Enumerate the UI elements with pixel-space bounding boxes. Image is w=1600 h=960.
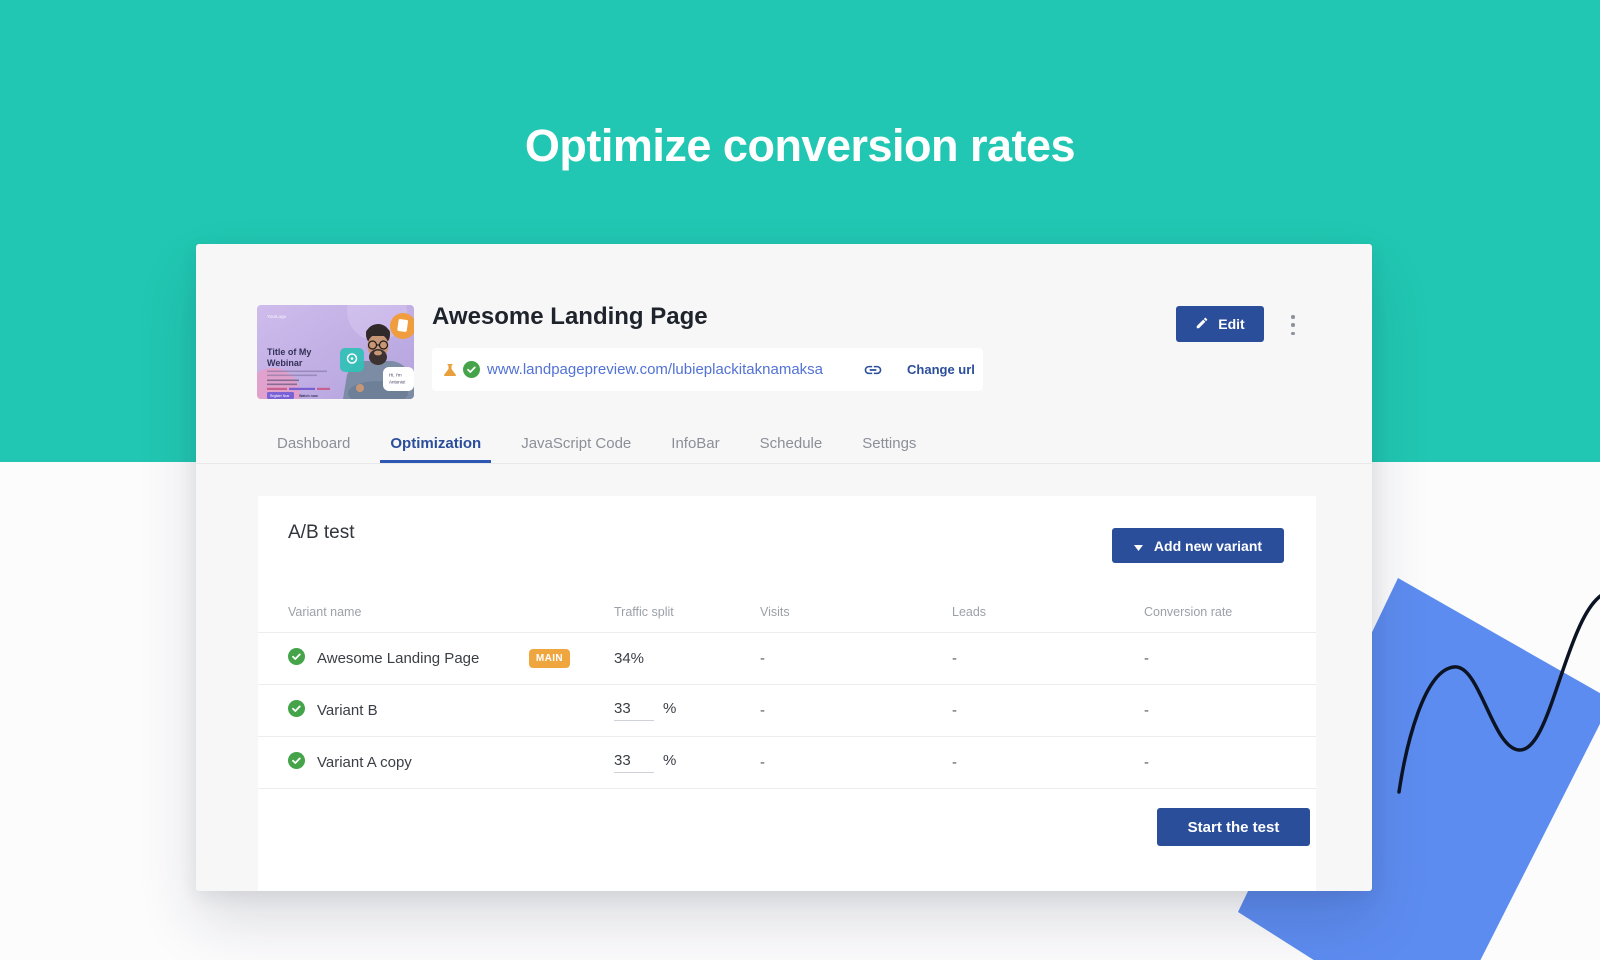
traffic-split-input[interactable]: 33 — [614, 752, 654, 773]
add-variant-label: Add new variant — [1154, 538, 1262, 554]
variant-name: Variant A copy — [317, 754, 412, 771]
variant-name: Variant B — [317, 702, 378, 719]
start-test-label: Start the test — [1188, 819, 1280, 836]
url-bar: www.landpagepreview.com/lubieplackitakna… — [432, 348, 983, 391]
variant-name-cell: Awesome Landing Page MAIN — [288, 648, 614, 669]
page-url-link[interactable]: www.landpagepreview.com/lubieplackitakna… — [487, 361, 823, 378]
table-row: Variant A copy 33% - - - — [258, 736, 1316, 788]
leads-value: - — [952, 754, 1144, 771]
tab-dashboard[interactable]: Dashboard — [267, 424, 360, 463]
pencil-icon — [1195, 316, 1209, 333]
column-header-visits: Visits — [760, 605, 952, 619]
leads-value: - — [952, 650, 1144, 667]
thumb-cta-primary: Register Now — [270, 394, 290, 398]
edit-button-label: Edit — [1218, 316, 1244, 332]
traffic-split-value: 34% — [614, 650, 644, 667]
add-variant-button[interactable]: Add new variant — [1112, 528, 1284, 563]
conversion-rate-value: - — [1144, 702, 1316, 719]
status-check-icon — [288, 648, 305, 669]
url-verified-check-icon — [463, 361, 480, 378]
caret-down-icon — [1134, 538, 1143, 554]
tab-schedule[interactable]: Schedule — [750, 424, 833, 463]
thumb-bubble-line2: Antonio! — [389, 380, 406, 385]
tab-infobar[interactable]: InfoBar — [661, 424, 729, 463]
tab-optimization[interactable]: Optimization — [380, 424, 491, 463]
main-badge: MAIN — [529, 649, 570, 668]
traffic-split-unit: % — [663, 700, 676, 717]
thumb-cta-secondary: Watch now — [299, 394, 318, 398]
table-header: Variant name Traffic split Visits Leads … — [258, 592, 1316, 632]
thumb-logo: YourLogo — [267, 314, 287, 319]
thumbnail-illustration: YourLogo Title of My Webinar Register No… — [257, 305, 414, 399]
more-options-button[interactable] — [1287, 315, 1299, 335]
page-thumbnail[interactable]: YourLogo Title of My Webinar Register No… — [257, 305, 414, 399]
traffic-split-input[interactable]: 33 — [614, 700, 654, 721]
traffic-split-cell: 33% — [614, 700, 760, 721]
traffic-split-cell: 34% — [614, 650, 760, 667]
app-card: YourLogo Title of My Webinar Register No… — [196, 244, 1372, 891]
thumb-bubble-line1: Hi, I'm — [389, 373, 402, 378]
status-check-icon — [288, 752, 305, 773]
table-row: Awesome Landing Page MAIN 34% - - - — [258, 632, 1316, 684]
traffic-split-unit: % — [663, 752, 676, 769]
start-test-button[interactable]: Start the test — [1157, 808, 1310, 846]
thumb-title-line2: Webinar — [267, 358, 303, 368]
column-header-conversion-rate: Conversion rate — [1144, 605, 1316, 619]
edit-button[interactable]: Edit — [1176, 306, 1264, 342]
column-header-variant-name: Variant name — [288, 605, 614, 619]
experiment-flask-icon — [441, 361, 459, 379]
conversion-rate-value: - — [1144, 754, 1316, 771]
tab-settings[interactable]: Settings — [852, 424, 926, 463]
ab-test-heading: A/B test — [288, 522, 355, 544]
tab-javascript-code[interactable]: JavaScript Code — [511, 424, 641, 463]
thumb-title-line1: Title of My — [267, 347, 311, 357]
visits-value: - — [760, 650, 952, 667]
copy-link-icon[interactable] — [863, 360, 883, 380]
ab-test-panel: A/B test Add new variant Variant name Tr… — [258, 496, 1316, 891]
variant-name: Awesome Landing Page — [317, 650, 479, 667]
variants-table: Variant name Traffic split Visits Leads … — [258, 592, 1316, 789]
page-title: Awesome Landing Page — [432, 303, 708, 331]
column-header-traffic-split: Traffic split — [614, 605, 760, 619]
conversion-rate-value: - — [1144, 650, 1316, 667]
tab-bar: Dashboard Optimization JavaScript Code Info… — [196, 424, 1372, 464]
traffic-split-cell: 33% — [614, 752, 760, 773]
variant-name-cell: Variant A copy — [288, 752, 614, 773]
change-url-button[interactable]: Change url — [907, 362, 975, 377]
status-check-icon — [288, 700, 305, 721]
variant-name-cell: Variant B — [288, 700, 614, 721]
table-body: Awesome Landing Page MAIN 34% - - - Vari… — [258, 632, 1316, 789]
column-header-leads: Leads — [952, 605, 1144, 619]
visits-value: - — [760, 702, 952, 719]
page-root: Optimize conversion rates YourLogo Title… — [0, 0, 1600, 960]
leads-value: - — [952, 702, 1144, 719]
table-row: Variant B 33% - - - — [258, 684, 1316, 736]
visits-value: - — [760, 754, 952, 771]
